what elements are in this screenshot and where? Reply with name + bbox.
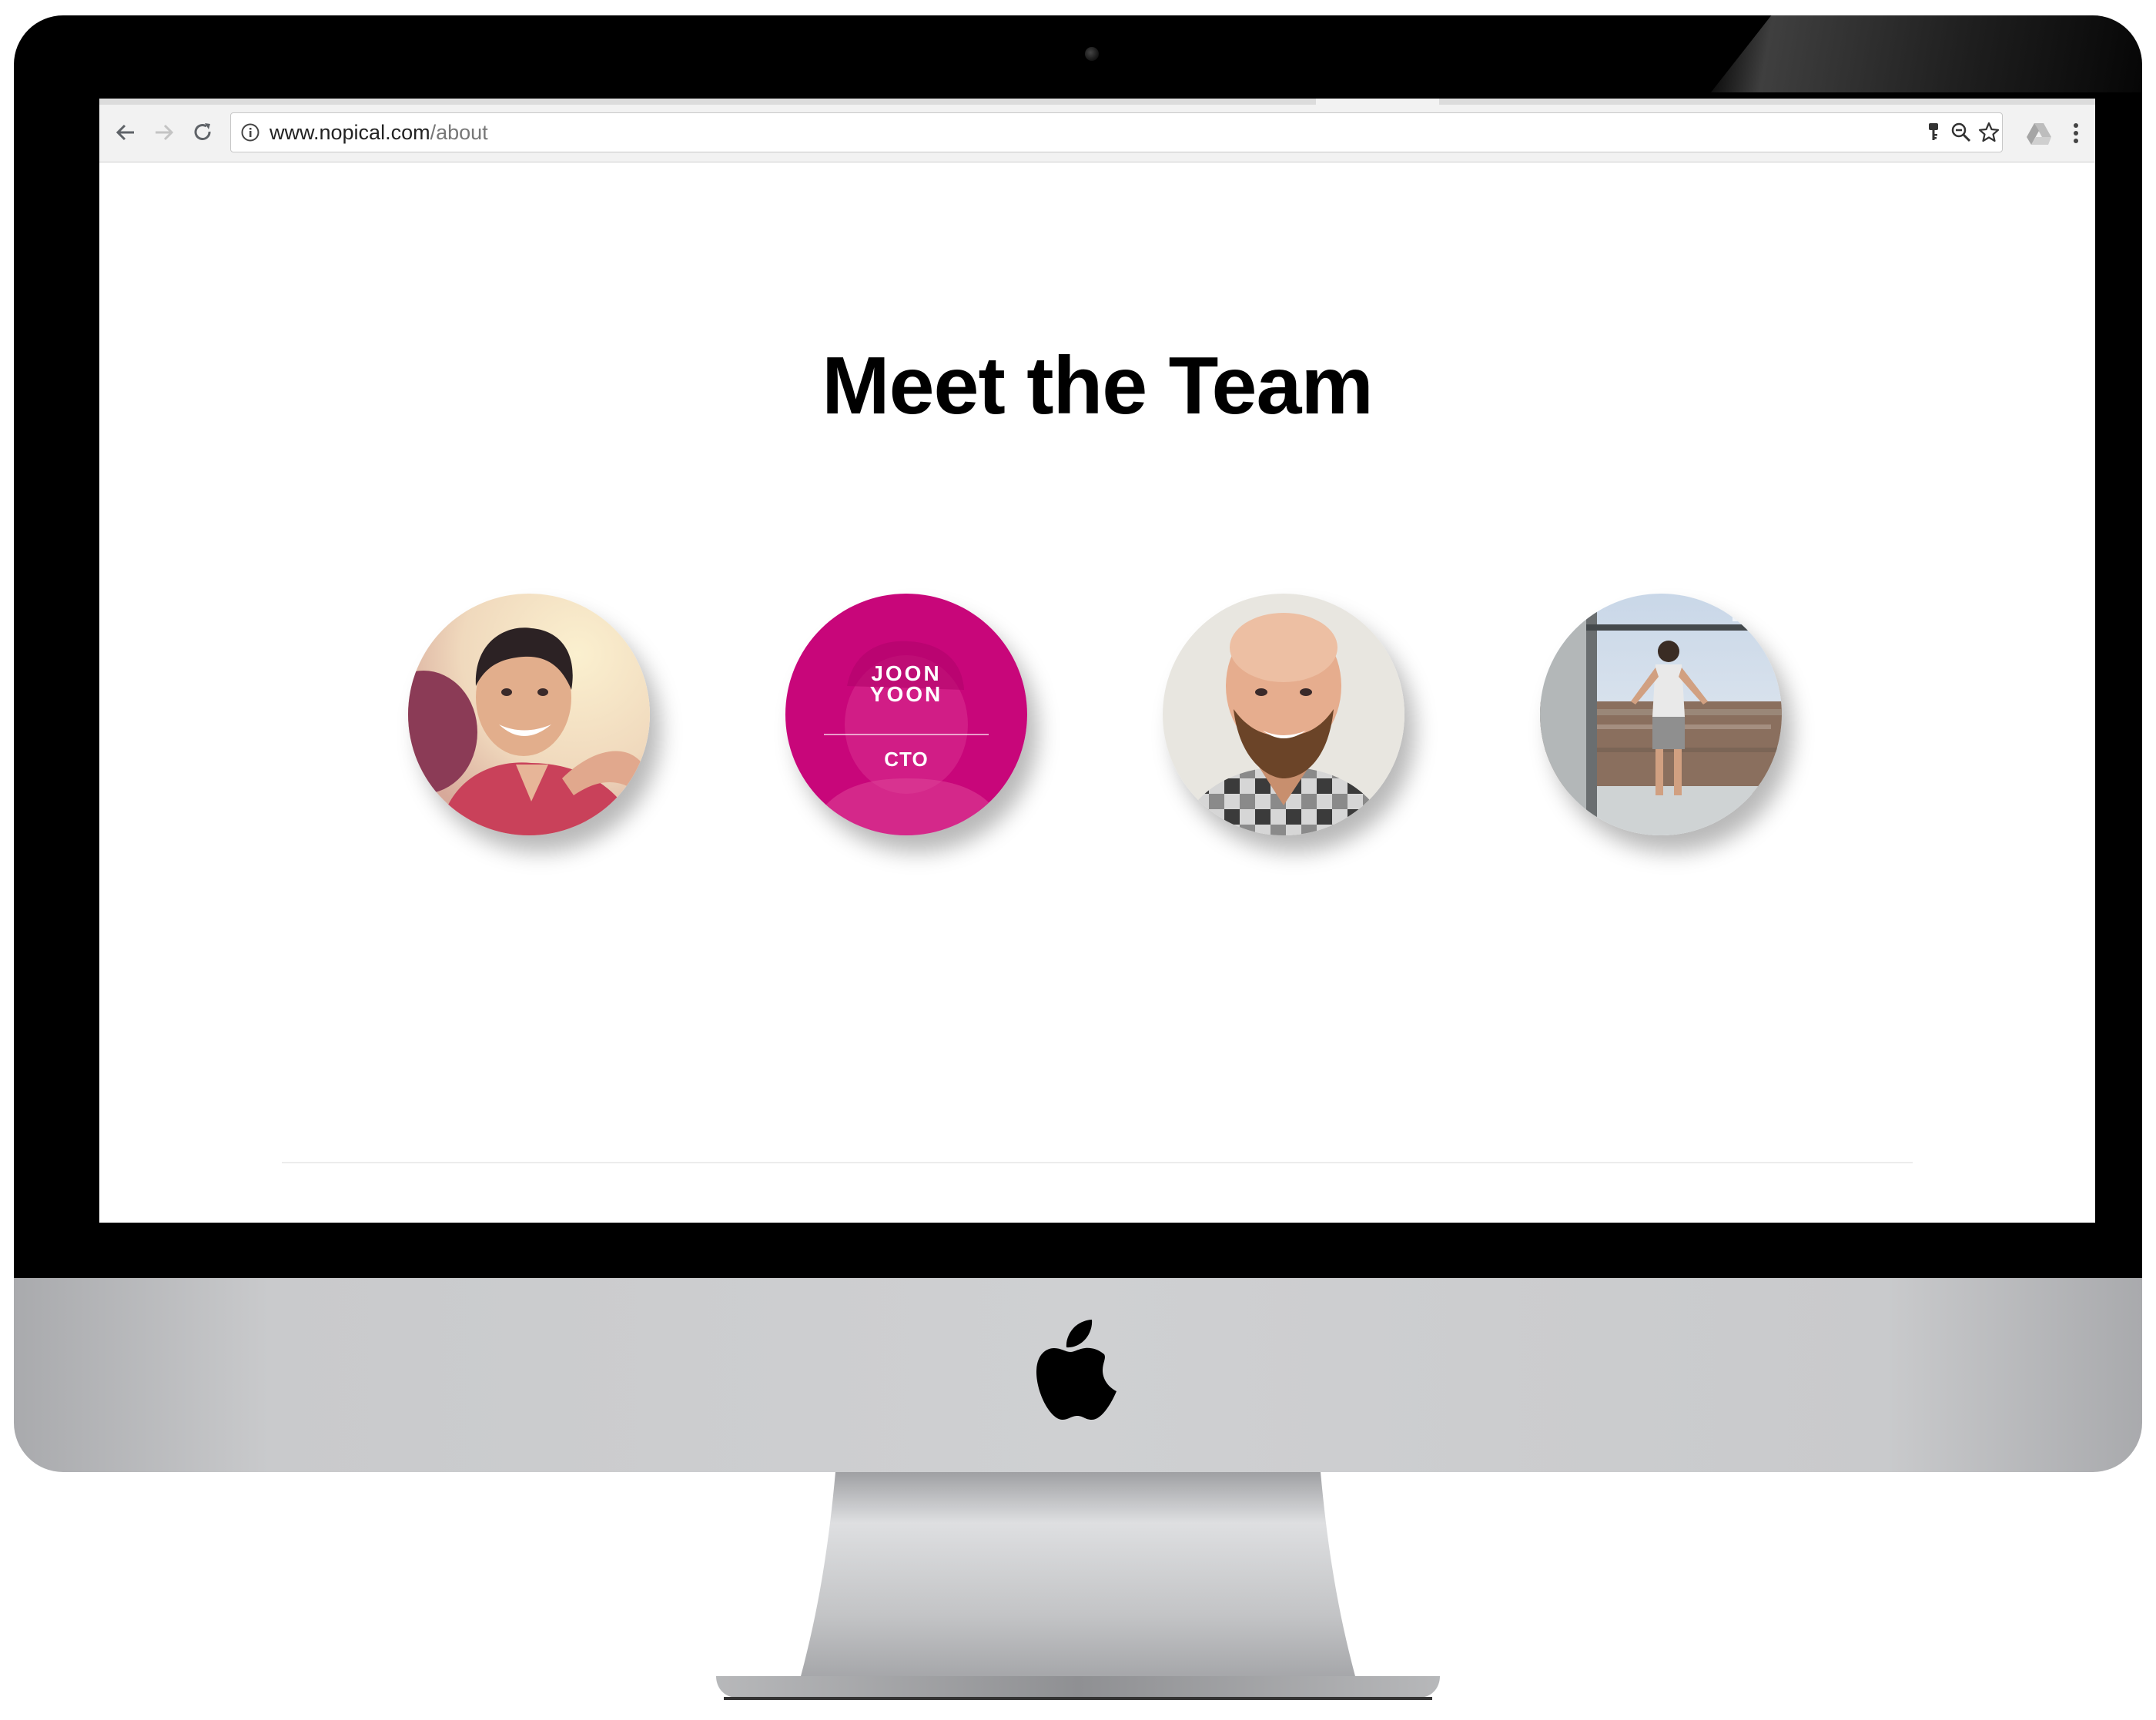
monitor-chin [14, 1278, 2142, 1472]
active-tab[interactable] [1316, 99, 1439, 105]
page-title: Meet the Team [822, 340, 1373, 431]
about-page: Meet the Team JOON YOON CTO [99, 162, 2095, 1223]
url-host: www.nopical.com [270, 121, 430, 144]
member-photo-4 [1540, 594, 1782, 835]
member-photo-1 [408, 594, 650, 835]
team-member-4[interactable] [1540, 594, 1782, 835]
member-name: JOON YOON [869, 661, 943, 706]
browser-window: www.nopical.com/about Meet the Team JOON… [99, 99, 2095, 1223]
team-member-3[interactable] [1163, 594, 1404, 835]
drive-icon[interactable] [2024, 119, 2054, 148]
team-member-2[interactable]: JOON YOON CTO [785, 594, 1027, 835]
member-role: CTO [884, 748, 929, 771]
camera-icon [1085, 47, 1099, 61]
url-text[interactable]: www.nopical.com/about [270, 121, 488, 145]
url-path: /about [430, 121, 488, 144]
forward-button[interactable] [147, 115, 181, 149]
apple-logo-icon [1036, 1320, 1116, 1420]
star-icon[interactable] [1977, 121, 2000, 144]
zoom-icon[interactable] [1950, 121, 1973, 144]
reload-button[interactable] [186, 115, 219, 149]
bezel-glare [1711, 15, 2142, 92]
info-icon[interactable] [240, 122, 260, 142]
address-bar[interactable]: www.nopical.com/about [230, 112, 2003, 152]
team-member-1[interactable] [408, 594, 650, 835]
footer-divider [282, 1162, 1913, 1163]
back-button[interactable] [109, 115, 142, 149]
reload-icon [194, 123, 211, 140]
member-divider [824, 734, 989, 735]
monitor-bezel: www.nopical.com/about Meet the Team JOON… [14, 15, 2142, 1278]
imac-mockup: www.nopical.com/about Meet the Team JOON… [0, 0, 2156, 1720]
member-photo-3 [1163, 594, 1404, 835]
arrow-left-icon [116, 124, 134, 141]
kebab-menu-icon[interactable] [2061, 119, 2091, 148]
tab-strip [99, 99, 2095, 105]
browser-toolbar: www.nopical.com/about [99, 105, 2095, 162]
key-icon[interactable] [1922, 121, 1945, 144]
monitor-stand [716, 1472, 1440, 1700]
arrow-right-icon [156, 124, 174, 141]
member-overlay: JOON YOON CTO [785, 594, 1027, 835]
